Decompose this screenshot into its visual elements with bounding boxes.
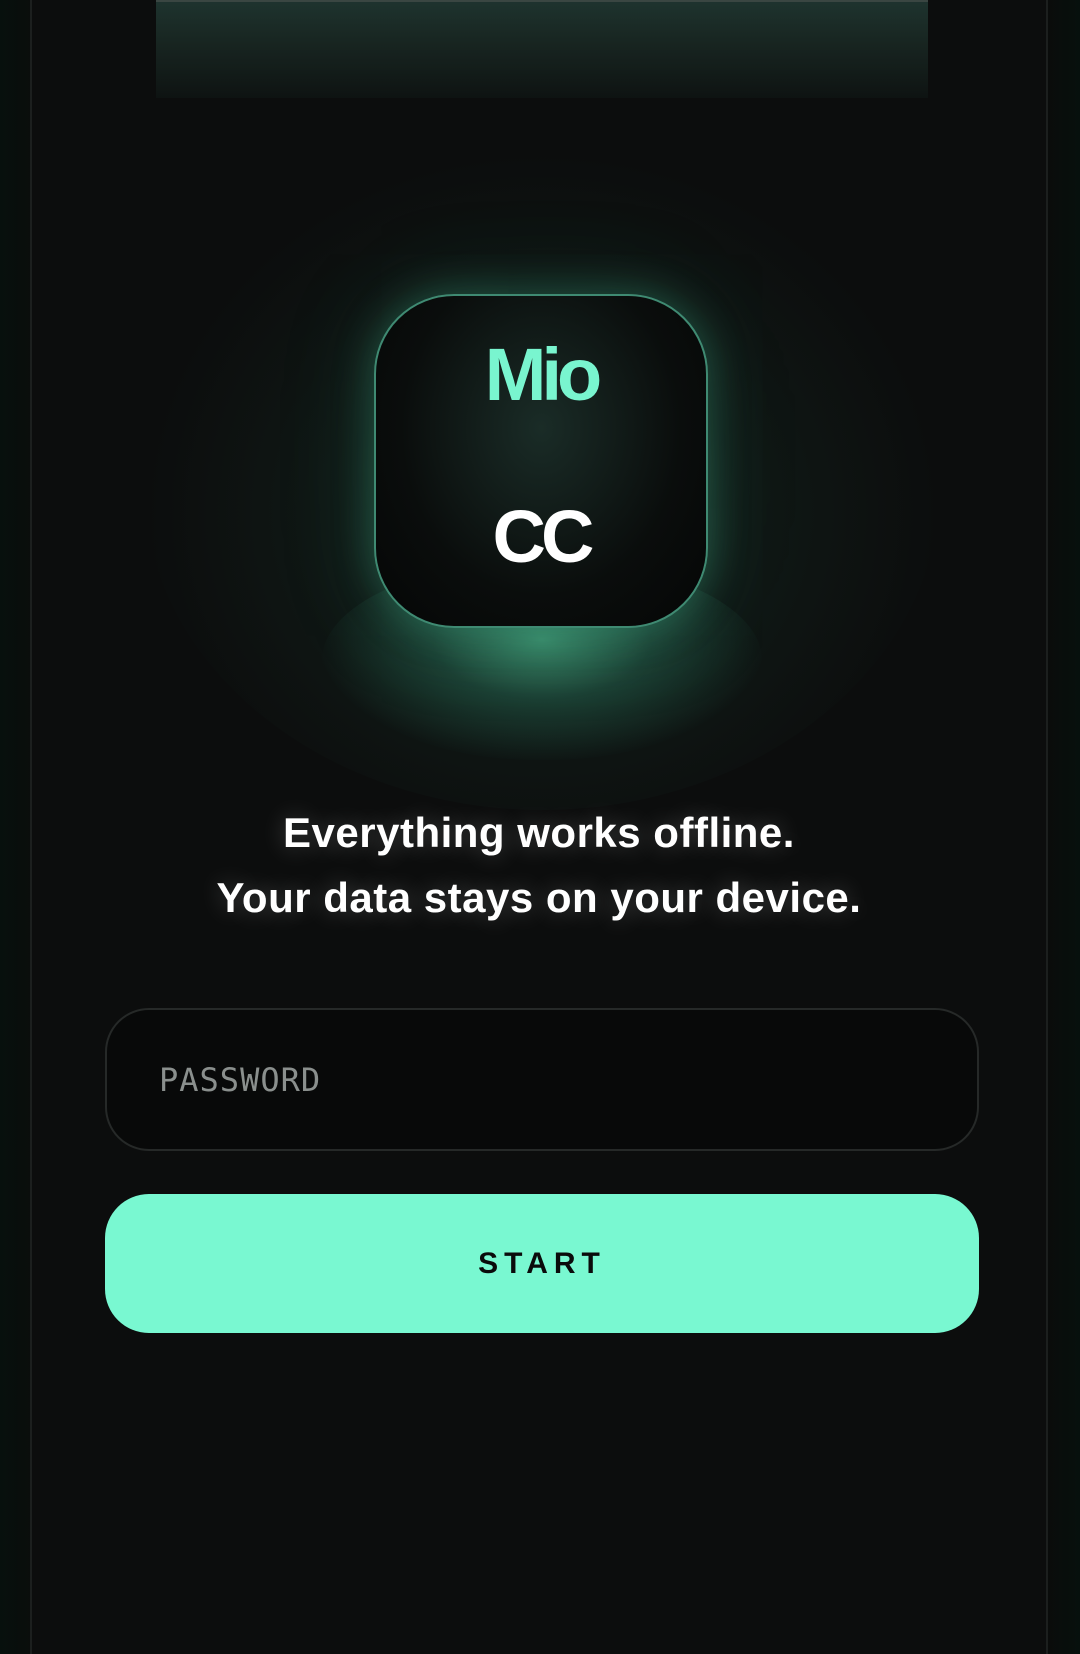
logo-bottom-text: CC bbox=[492, 495, 595, 578]
top-header-banner bbox=[156, 0, 928, 98]
tagline-line-2: Your data stays on your device. bbox=[216, 874, 862, 921]
password-input[interactable] bbox=[105, 1008, 979, 1151]
tagline: Everything works offline. Your data stay… bbox=[32, 800, 1046, 930]
app-logo: Mio CC bbox=[374, 294, 708, 628]
logo-top-text: Mio bbox=[484, 333, 602, 416]
app-screen: Mio CC Everything works offline. Your da… bbox=[30, 0, 1048, 1654]
tagline-line-1: Everything works offline. bbox=[283, 809, 795, 856]
start-button[interactable]: START bbox=[105, 1194, 979, 1333]
